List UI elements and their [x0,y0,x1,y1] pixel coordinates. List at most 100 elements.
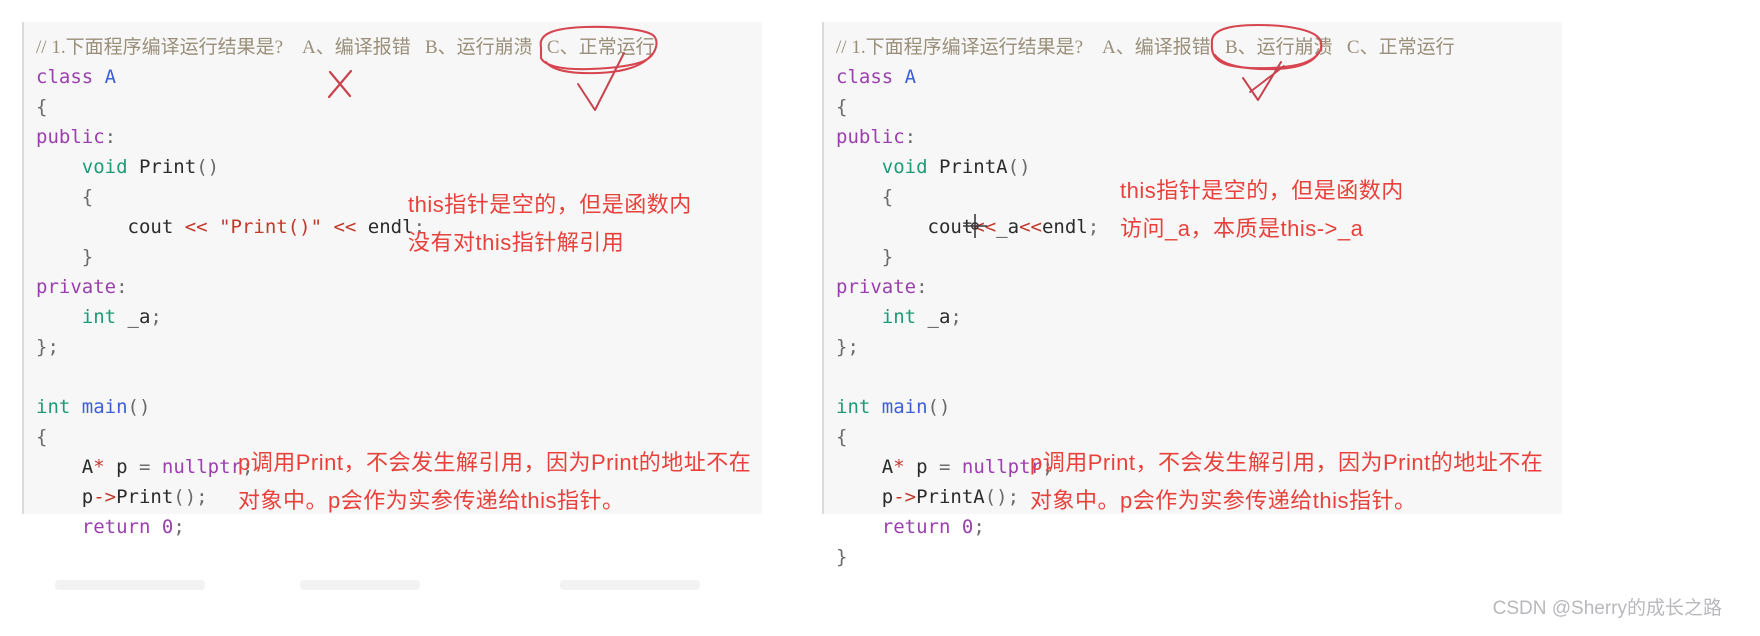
code-token: }; [36,336,59,358]
code-token: { [36,96,48,118]
code-token: public [36,126,105,148]
code-token: A [904,66,917,88]
screenshot-stage: // 1.下面程序编译运行结果是? A、编译报错 B、运行崩溃 C、正常运行 cl… [0,0,1760,636]
code-token: cout [836,216,974,238]
code-token: << [1019,216,1042,238]
bottom-smudge [300,580,420,590]
code-token: class [836,66,894,88]
code-token: cout [36,216,185,238]
right-code-panel: // 1.下面程序编译运行结果是? A、编译报错 B、运行崩溃 C、正常运行 cl… [822,22,1562,568]
code-token: () [127,396,151,418]
code-line: void Print() [36,152,655,182]
code-token: * [893,456,905,478]
code-token: PrintA [916,486,985,508]
code-token: Print [116,486,174,508]
code-line: { [36,92,655,122]
code-token: endl [356,216,414,238]
right-annotation-top: this指针是空的，但是函数内 访问_a，本质是this->_a [1120,178,1404,241]
code-line: private: [836,272,1455,302]
code-token: PrintA [938,156,1008,178]
code-token: int [881,306,917,328]
code-line: class A [36,62,655,92]
code-token: // [836,37,852,58]
code-token: main [881,396,928,418]
code-token: _a [996,216,1020,238]
code-token: = [139,456,151,478]
code-token: class [36,66,94,88]
code-token: -> [893,486,917,508]
code-token: nullptr [161,456,242,478]
code-token: private [836,276,917,298]
code-token: p [836,486,894,508]
code-token: << [973,216,997,238]
code-token: 0 [961,516,974,538]
csdn-watermark: CSDN @Sherry的成长之路 [1492,598,1722,619]
code-token: (); [984,486,1020,508]
code-token: } [836,546,848,568]
code-token: return [81,516,151,538]
code-token: void [81,156,128,178]
code-token: _a [916,306,951,328]
code-token: ; [973,516,985,538]
code-token: ; [950,306,962,328]
code-token: { [836,426,848,448]
code-line: } [836,542,1455,572]
code-line: public: [836,122,1455,152]
left-annotation-top: this指针是空的，但是函数内 没有对this指针解引用 [408,192,692,255]
code-token: ; [1087,216,1100,238]
code-token: "Print()" [219,216,323,238]
code-token: = [939,456,951,478]
code-token: Print [138,156,197,178]
code-token: A [104,66,117,88]
code-line: // 1.下面程序编译运行结果是? A、编译报错 B、运行崩溃 C、正常运行 [36,32,655,62]
bottom-smudge [55,580,205,590]
code-token: } [81,246,94,268]
code-token: private [36,276,117,298]
code-token: p [104,456,139,478]
left-code-panel: // 1.下面程序编译运行结果是? A、编译报错 B、运行崩溃 C、正常运行 cl… [22,22,762,538]
code-token: A、编译报错 B、运行崩溃 C、正常运行 [302,37,655,58]
code-token: ; [150,306,162,328]
bottom-smudge [560,580,700,590]
code-token: int [81,306,117,328]
code-token: : [104,126,117,148]
code-token: () [196,156,220,178]
code-token: { [881,186,894,208]
code-token: 1.下面程序编译运行结果是? [51,37,302,58]
code-token: return [881,516,951,538]
code-token: main [81,396,128,418]
code-line: int main() [836,392,1455,422]
code-token: public [836,126,905,148]
code-line: { [836,92,1455,122]
code-token: p [904,456,939,478]
code-token: A [881,456,894,478]
code-token: endl [1041,216,1088,238]
code-token: int [36,396,71,418]
code-token: _a [116,306,151,328]
code-token: } [881,246,894,268]
code-line: int main() [36,392,655,422]
code-token: : [116,276,128,298]
code-token: : [904,126,917,148]
code-token: : [916,276,928,298]
code-token: 0 [161,516,174,538]
